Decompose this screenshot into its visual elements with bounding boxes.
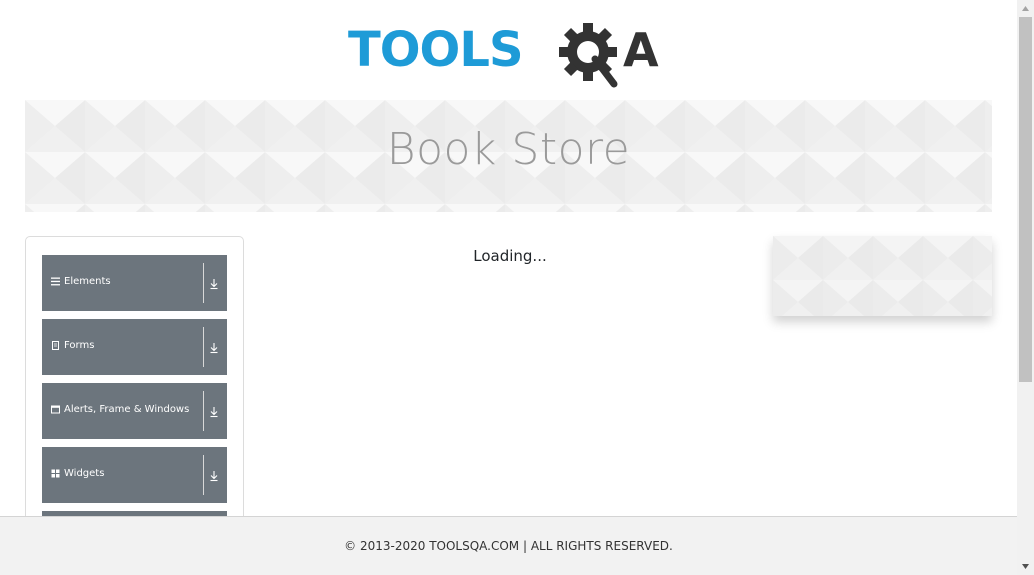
- page: TOOLS A Book Store Elements Forms Alerts…: [0, 0, 1017, 575]
- menu-group-label: Alerts, Frame & Windows: [64, 404, 190, 415]
- divider: [203, 263, 204, 303]
- document-icon: [52, 341, 59, 350]
- download-arrow-icon[interactable]: [209, 278, 219, 290]
- scrollbar-thumb[interactable]: [1019, 17, 1032, 382]
- logo-text-qa-suffix: A: [623, 23, 659, 77]
- download-arrow-icon[interactable]: [209, 406, 219, 418]
- menu-group-label: Elements: [64, 276, 111, 287]
- divider: [203, 455, 204, 495]
- divider: [203, 327, 204, 367]
- menu-group-widgets[interactable]: Widgets: [42, 447, 227, 503]
- loading-text: Loading...: [473, 247, 547, 265]
- divider: [203, 391, 204, 431]
- download-arrow-icon[interactable]: [209, 470, 219, 482]
- menu-group-label: Forms: [64, 340, 95, 351]
- vertical-scrollbar[interactable]: [1017, 0, 1034, 575]
- gear-icon: [559, 23, 618, 88]
- page-banner: Book Store: [25, 100, 992, 212]
- grid-icon: [51, 469, 60, 478]
- ad-box[interactable]: [773, 236, 992, 316]
- logo-text-tools: TOOLS: [348, 22, 523, 78]
- download-arrow-icon[interactable]: [209, 342, 219, 354]
- menu-group-label: Widgets: [64, 468, 105, 479]
- page-title: Book Store: [386, 124, 631, 175]
- menu-lines-icon: [51, 277, 60, 286]
- toolsqa-logo[interactable]: TOOLS A: [348, 16, 672, 92]
- scroll-up-arrow-icon[interactable]: [1017, 0, 1034, 17]
- window-icon: [51, 405, 60, 414]
- menu-group-alerts-frame-windows[interactable]: Alerts, Frame & Windows: [42, 383, 227, 439]
- left-menu-panel: Elements Forms Alerts, Frame & Windows W…: [25, 236, 244, 567]
- scroll-down-arrow-icon[interactable]: [1017, 558, 1034, 575]
- footer: © 2013-2020 TOOLSQA.COM | ALL RIGHTS RES…: [0, 516, 1017, 575]
- menu-group-elements[interactable]: Elements: [42, 255, 227, 311]
- ad-pattern: [773, 236, 992, 316]
- copyright-text: © 2013-2020 TOOLSQA.COM | ALL RIGHTS RES…: [344, 539, 673, 553]
- menu-group-forms[interactable]: Forms: [42, 319, 227, 375]
